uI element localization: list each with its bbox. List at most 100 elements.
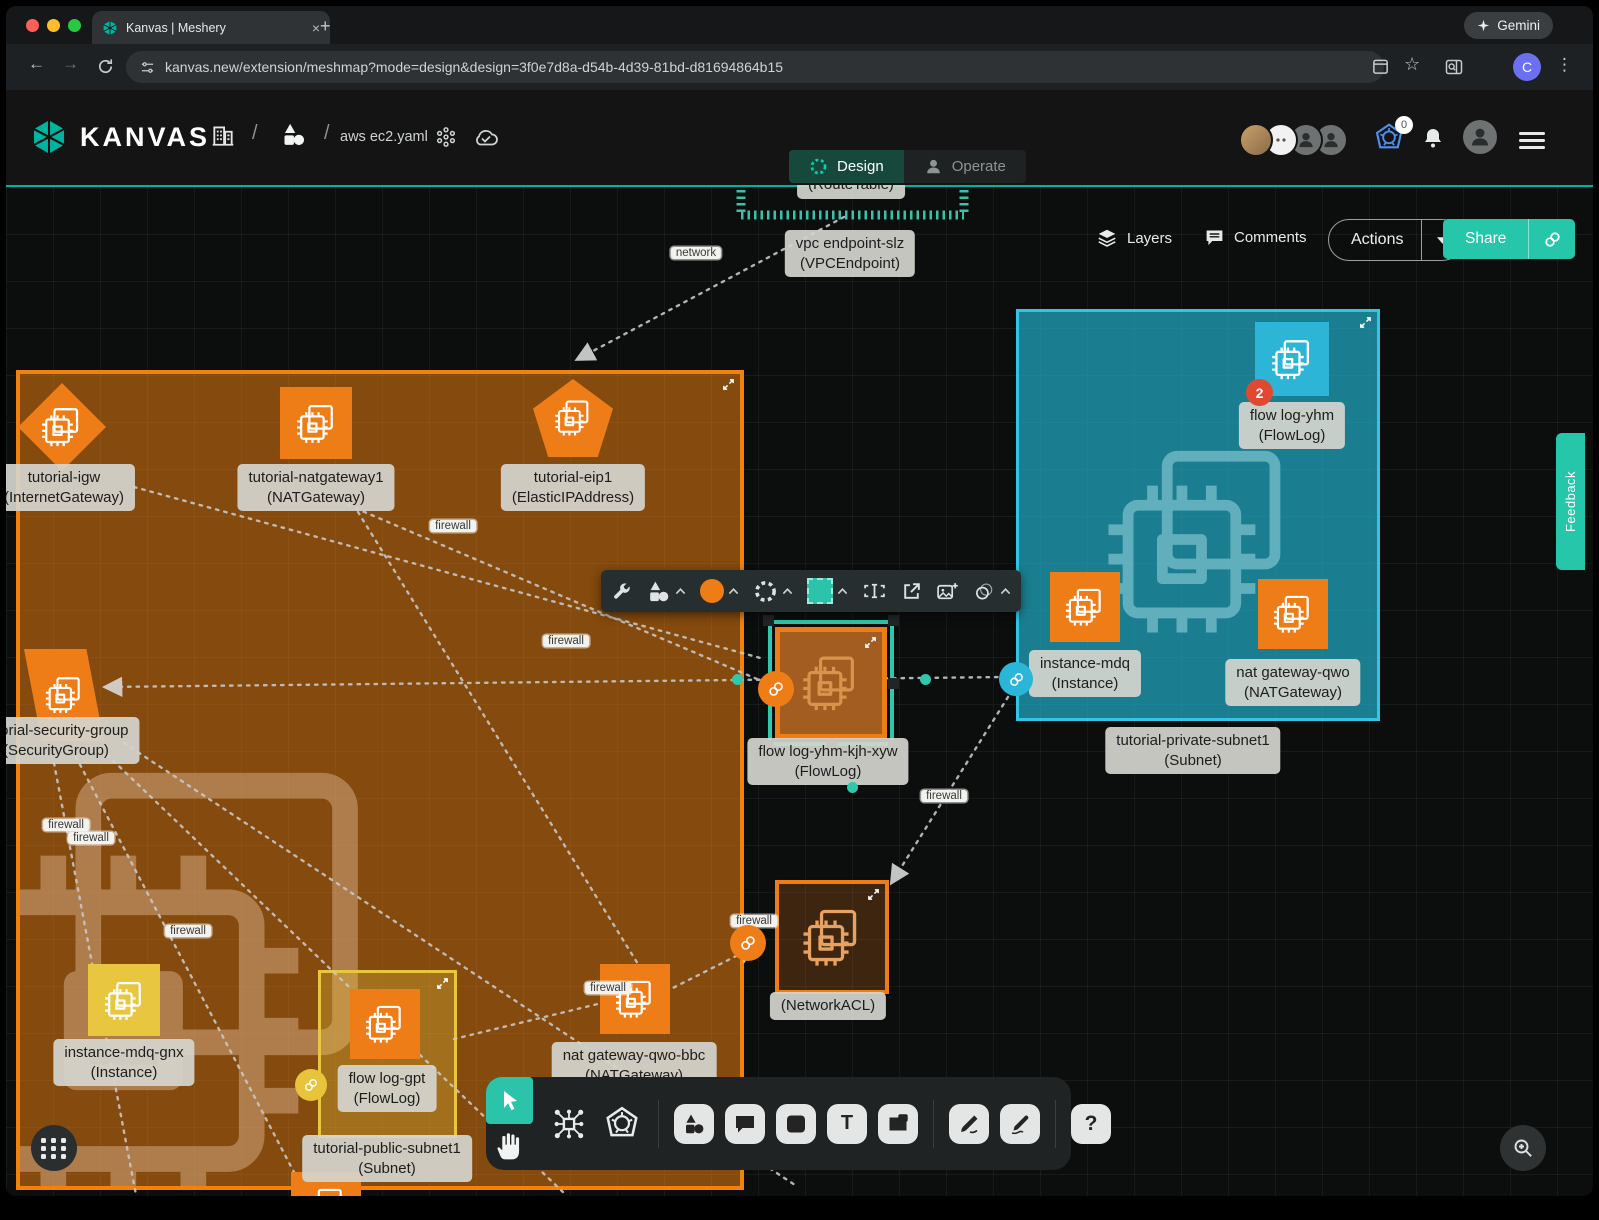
pencil-icon (1008, 1112, 1032, 1136)
media-tool[interactable] (776, 1104, 816, 1144)
browser-toolbar: ← → kanvas.new/extension/meshmap?mode=de… (6, 44, 1593, 90)
rename-text-icon[interactable] (862, 582, 887, 600)
k8s-context-switcher[interactable]: 0 (1373, 122, 1407, 154)
feedback-tab[interactable]: Feedback (1556, 433, 1585, 570)
tool-dock: T ? (486, 1077, 1071, 1170)
link-badge[interactable] (730, 925, 766, 961)
share-button[interactable]: Share (1443, 219, 1575, 259)
border-style-picker[interactable] (753, 579, 793, 604)
browser-menu-icon[interactable]: ⋮ (1556, 55, 1573, 75)
meshery-components-tool[interactable] (548, 1103, 590, 1145)
kanvas-logo[interactable]: KANVAS (30, 118, 210, 156)
expand-icon[interactable] (1359, 316, 1372, 329)
link-icon (303, 1077, 319, 1093)
new-tab-button[interactable]: + (320, 16, 331, 37)
traffic-close-button[interactable] (26, 19, 39, 32)
sticky-note-tool[interactable] (878, 1104, 918, 1144)
mode-toggle: Design Operate (789, 150, 1026, 183)
organization-icon[interactable] (210, 122, 236, 148)
resize-handle[interactable] (888, 678, 899, 689)
node-label: instance-mdq(Instance) (1029, 650, 1141, 697)
shapes-tool[interactable] (674, 1104, 714, 1144)
avatar[interactable] (1239, 123, 1273, 157)
tab-close-icon[interactable]: × (312, 20, 320, 36)
url-text[interactable]: kanvas.new/extension/meshmap?mode=design… (165, 59, 783, 75)
node-instance-mdq[interactable] (1050, 572, 1120, 642)
note-icon (886, 1112, 910, 1136)
gemini-button[interactable]: Gemini (1464, 12, 1553, 39)
chip-icon (361, 1000, 409, 1048)
browser-profile-avatar[interactable]: C (1513, 53, 1541, 81)
help-button[interactable]: ? (1071, 1104, 1111, 1144)
tab-design[interactable]: Design (789, 150, 904, 183)
link-badge[interactable] (295, 1069, 327, 1101)
copy-link-button[interactable] (1529, 230, 1575, 249)
lens-picker[interactable] (973, 582, 1011, 601)
shape-picker[interactable] (646, 579, 686, 604)
notifications-bell-icon[interactable] (1421, 126, 1445, 150)
node-network-acl[interactable] (775, 880, 889, 994)
divider (933, 1100, 934, 1148)
reload-button[interactable] (96, 57, 115, 76)
expand-icon[interactable] (436, 977, 449, 990)
site-settings-icon[interactable] (140, 60, 155, 75)
tab-operate[interactable]: Operate (904, 150, 1026, 183)
traffic-minimize-button[interactable] (47, 19, 60, 32)
chip-icon (100, 976, 149, 1025)
node-flow-log-gpt[interactable] (350, 989, 420, 1059)
link-badge[interactable] (758, 671, 794, 707)
browser-tab[interactable]: Kanvas | Meshery × (92, 11, 330, 44)
expand-icon[interactable] (864, 636, 877, 649)
design-file-name[interactable]: aws ec2.yaml (340, 129, 428, 145)
selection-color-picker[interactable] (807, 578, 848, 604)
resize-handle[interactable] (888, 615, 899, 626)
save-icon[interactable] (1371, 57, 1390, 76)
resize-handle[interactable] (763, 615, 774, 626)
forward-button[interactable]: → (62, 54, 79, 74)
design-canvas[interactable]: 2 tutorial-igw(InternetGateway) tutorial… (6, 185, 1593, 1196)
cloud-saved-icon (472, 127, 500, 148)
chevron-up-icon (837, 587, 848, 595)
extension-icon[interactable] (434, 125, 458, 149)
chip-icon (292, 399, 341, 448)
chip-icon (550, 395, 596, 440)
node-instance-mdq-gnx[interactable] (88, 964, 160, 1036)
configure-wrench-icon[interactable] (611, 581, 632, 602)
collaborator-avatars[interactable] (1248, 123, 1348, 157)
dot-grid-toggle-button[interactable] (31, 1125, 77, 1171)
address-bar[interactable]: kanvas.new/extension/meshmap?mode=design… (126, 51, 1384, 83)
traffic-zoom-button[interactable] (68, 19, 81, 32)
node-label: instance-mdq-gnx(Instance) (53, 1039, 194, 1086)
comments-button[interactable]: Comments (1204, 227, 1307, 248)
kubernetes-components-tool[interactable] (601, 1103, 643, 1145)
node-nat-gateway1[interactable] (280, 387, 352, 459)
pen-icon (957, 1112, 981, 1136)
node-nat-gateway-qwo-bbc[interactable] (600, 964, 670, 1034)
workspace-shapes-icon[interactable] (280, 121, 307, 148)
sidebar-search-icon[interactable] (1444, 57, 1464, 77)
add-image-icon[interactable] (936, 581, 959, 602)
node-label: tutorial-public-subnet1(Subnet) (302, 1135, 472, 1182)
pan-hand-tool[interactable] (494, 1127, 526, 1165)
expand-icon[interactable] (867, 888, 880, 901)
expand-icon[interactable] (722, 378, 735, 391)
edge-draw-tool[interactable] (949, 1104, 989, 1144)
user-profile-avatar[interactable] (1463, 120, 1497, 154)
open-external-icon[interactable] (901, 581, 922, 602)
comment-tool[interactable] (725, 1104, 765, 1144)
node-nat-gateway-qwo[interactable] (1258, 579, 1328, 649)
link-badge[interactable] (999, 662, 1033, 696)
select-tool[interactable] (486, 1077, 533, 1124)
node-label: flow log-yhm-kjh-xyw(FlowLog) (747, 738, 908, 785)
layers-button[interactable]: Layers (1096, 227, 1172, 249)
fill-color-picker[interactable] (700, 579, 739, 603)
back-button[interactable]: ← (28, 54, 45, 74)
app-menu-icon[interactable] (1519, 128, 1545, 153)
freehand-draw-tool[interactable] (1000, 1104, 1040, 1144)
tab-title: Kanvas | Meshery (126, 21, 304, 35)
sparkle-icon (1477, 19, 1490, 32)
bookmark-star-icon[interactable]: ☆ (1404, 54, 1420, 75)
text-tool[interactable]: T (827, 1104, 867, 1144)
guide-dot (920, 674, 931, 685)
zoom-in-button[interactable] (1500, 1125, 1546, 1171)
